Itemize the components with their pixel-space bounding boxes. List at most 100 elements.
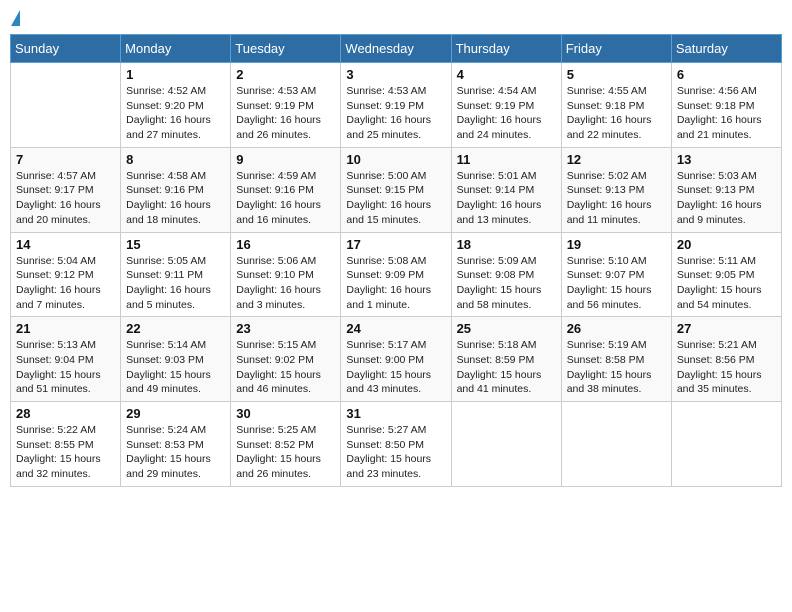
day-number: 31 [346, 406, 445, 421]
calendar-cell: 18 Sunrise: 5:09 AM Sunset: 9:08 PM Dayli… [451, 232, 561, 317]
day-number: 18 [457, 237, 556, 252]
day-info: Sunrise: 4:57 AM Sunset: 9:17 PM Dayligh… [16, 169, 115, 228]
day-info: Sunrise: 5:17 AM Sunset: 9:00 PM Dayligh… [346, 338, 445, 397]
day-info: Sunrise: 5:21 AM Sunset: 8:56 PM Dayligh… [677, 338, 776, 397]
day-number: 17 [346, 237, 445, 252]
day-number: 27 [677, 321, 776, 336]
calendar-header-row: SundayMondayTuesdayWednesdayThursdayFrid… [11, 35, 782, 63]
day-info: Sunrise: 5:02 AM Sunset: 9:13 PM Dayligh… [567, 169, 666, 228]
day-number: 15 [126, 237, 225, 252]
day-number: 4 [457, 67, 556, 82]
calendar-cell: 24Sunrise: 5:17 AM Sunset: 9:00 PM Dayli… [341, 317, 451, 402]
calendar-week-row: 21Sunrise: 5:13 AM Sunset: 9:04 PM Dayli… [11, 317, 782, 402]
calendar-day-header: Monday [121, 35, 231, 63]
day-info: Sunrise: 5:08 AM Sunset: 9:09 PM Dayligh… [346, 254, 445, 313]
calendar-cell: 30Sunrise: 5:25 AM Sunset: 8:52 PM Dayli… [231, 402, 341, 487]
calendar-day-header: Wednesday [341, 35, 451, 63]
day-info: Sunrise: 5:11 AM Sunset: 9:05 PM Dayligh… [677, 254, 776, 313]
calendar-cell: 25 Sunrise: 5:18 AM Sunset: 8:59 PM Dayli… [451, 317, 561, 402]
day-info: Sunrise: 5:15 AM Sunset: 9:02 PM Dayligh… [236, 338, 335, 397]
day-number: 19 [567, 237, 666, 252]
day-number: 9 [236, 152, 335, 167]
calendar-cell: 13 Sunrise: 5:03 AM Sunset: 9:13 PM Dayli… [671, 147, 781, 232]
calendar-cell: 20Sunrise: 5:11 AM Sunset: 9:05 PM Dayli… [671, 232, 781, 317]
day-info: Sunrise: 5:10 AM Sunset: 9:07 PM Dayligh… [567, 254, 666, 313]
calendar-cell: 27 Sunrise: 5:21 AM Sunset: 8:56 PM Dayli… [671, 317, 781, 402]
calendar-day-header: Thursday [451, 35, 561, 63]
day-info: Sunrise: 4:56 AM Sunset: 9:18 PM Dayligh… [677, 84, 776, 143]
calendar-table: SundayMondayTuesdayWednesdayThursdayFrid… [10, 34, 782, 487]
day-info: Sunrise: 4:53 AM Sunset: 9:19 PM Dayligh… [346, 84, 445, 143]
header [10, 10, 782, 26]
day-info: Sunrise: 5:05 AM Sunset: 9:11 PM Dayligh… [126, 254, 225, 313]
logo-triangle-icon [11, 10, 20, 26]
calendar-cell: 2Sunrise: 4:53 AM Sunset: 9:19 PM Daylig… [231, 63, 341, 148]
day-info: Sunrise: 4:59 AM Sunset: 9:16 PM Dayligh… [236, 169, 335, 228]
calendar-day-header: Tuesday [231, 35, 341, 63]
day-info: Sunrise: 4:58 AM Sunset: 9:16 PM Dayligh… [126, 169, 225, 228]
calendar-cell: 3 Sunrise: 4:53 AM Sunset: 9:19 PM Daylig… [341, 63, 451, 148]
calendar-cell [11, 63, 121, 148]
day-number: 26 [567, 321, 666, 336]
day-number: 7 [16, 152, 115, 167]
day-info: Sunrise: 5:01 AM Sunset: 9:14 PM Dayligh… [457, 169, 556, 228]
calendar-week-row: 7 Sunrise: 4:57 AM Sunset: 9:17 PM Daylig… [11, 147, 782, 232]
day-number: 8 [126, 152, 225, 167]
day-number: 12 [567, 152, 666, 167]
calendar-cell: 16 Sunrise: 5:06 AM Sunset: 9:10 PM Dayli… [231, 232, 341, 317]
day-info: Sunrise: 5:04 AM Sunset: 9:12 PM Dayligh… [16, 254, 115, 313]
day-number: 16 [236, 237, 335, 252]
day-number: 11 [457, 152, 556, 167]
day-info: Sunrise: 5:03 AM Sunset: 9:13 PM Dayligh… [677, 169, 776, 228]
calendar-cell: 5 Sunrise: 4:55 AM Sunset: 9:18 PM Daylig… [561, 63, 671, 148]
calendar-week-row: 1 Sunrise: 4:52 AM Sunset: 9:20 PM Daylig… [11, 63, 782, 148]
day-number: 29 [126, 406, 225, 421]
day-number: 3 [346, 67, 445, 82]
calendar-cell: 10Sunrise: 5:00 AM Sunset: 9:15 PM Dayli… [341, 147, 451, 232]
calendar-cell: 23 Sunrise: 5:15 AM Sunset: 9:02 PM Dayli… [231, 317, 341, 402]
calendar-week-row: 28 Sunrise: 5:22 AM Sunset: 8:55 PM Dayli… [11, 402, 782, 487]
calendar-cell: 21Sunrise: 5:13 AM Sunset: 9:04 PM Dayli… [11, 317, 121, 402]
calendar-cell: 12 Sunrise: 5:02 AM Sunset: 9:13 PM Dayli… [561, 147, 671, 232]
calendar-day-header: Friday [561, 35, 671, 63]
calendar-cell: 22 Sunrise: 5:14 AM Sunset: 9:03 PM Dayli… [121, 317, 231, 402]
day-number: 13 [677, 152, 776, 167]
day-number: 1 [126, 67, 225, 82]
day-info: Sunrise: 5:09 AM Sunset: 9:08 PM Dayligh… [457, 254, 556, 313]
calendar-cell: 15 Sunrise: 5:05 AM Sunset: 9:11 PM Dayli… [121, 232, 231, 317]
day-number: 5 [567, 67, 666, 82]
day-info: Sunrise: 5:14 AM Sunset: 9:03 PM Dayligh… [126, 338, 225, 397]
day-number: 23 [236, 321, 335, 336]
day-number: 6 [677, 67, 776, 82]
calendar-cell: 29 Sunrise: 5:24 AM Sunset: 8:53 PM Dayli… [121, 402, 231, 487]
calendar-cell: 9 Sunrise: 4:59 AM Sunset: 9:16 PM Daylig… [231, 147, 341, 232]
day-info: Sunrise: 5:06 AM Sunset: 9:10 PM Dayligh… [236, 254, 335, 313]
day-number: 25 [457, 321, 556, 336]
day-number: 2 [236, 67, 335, 82]
calendar-cell [671, 402, 781, 487]
day-info: Sunrise: 5:22 AM Sunset: 8:55 PM Dayligh… [16, 423, 115, 482]
calendar-cell: 1 Sunrise: 4:52 AM Sunset: 9:20 PM Daylig… [121, 63, 231, 148]
calendar-cell: 19 Sunrise: 5:10 AM Sunset: 9:07 PM Dayli… [561, 232, 671, 317]
day-info: Sunrise: 5:24 AM Sunset: 8:53 PM Dayligh… [126, 423, 225, 482]
day-number: 21 [16, 321, 115, 336]
day-info: Sunrise: 4:52 AM Sunset: 9:20 PM Dayligh… [126, 84, 225, 143]
calendar-cell: 28 Sunrise: 5:22 AM Sunset: 8:55 PM Dayli… [11, 402, 121, 487]
day-number: 28 [16, 406, 115, 421]
day-info: Sunrise: 5:27 AM Sunset: 8:50 PM Dayligh… [346, 423, 445, 482]
calendar-cell: 17 Sunrise: 5:08 AM Sunset: 9:09 PM Dayli… [341, 232, 451, 317]
day-info: Sunrise: 4:54 AM Sunset: 9:19 PM Dayligh… [457, 84, 556, 143]
calendar-cell [451, 402, 561, 487]
day-info: Sunrise: 4:55 AM Sunset: 9:18 PM Dayligh… [567, 84, 666, 143]
day-info: Sunrise: 5:25 AM Sunset: 8:52 PM Dayligh… [236, 423, 335, 482]
day-info: Sunrise: 5:19 AM Sunset: 8:58 PM Dayligh… [567, 338, 666, 397]
calendar-week-row: 14 Sunrise: 5:04 AM Sunset: 9:12 PM Dayli… [11, 232, 782, 317]
calendar-cell: 4 Sunrise: 4:54 AM Sunset: 9:19 PM Daylig… [451, 63, 561, 148]
calendar-cell [561, 402, 671, 487]
logo [10, 10, 20, 26]
day-number: 14 [16, 237, 115, 252]
day-number: 22 [126, 321, 225, 336]
calendar-cell: 14 Sunrise: 5:04 AM Sunset: 9:12 PM Dayli… [11, 232, 121, 317]
day-info: Sunrise: 5:18 AM Sunset: 8:59 PM Dayligh… [457, 338, 556, 397]
calendar-cell: 31 Sunrise: 5:27 AM Sunset: 8:50 PM Dayli… [341, 402, 451, 487]
